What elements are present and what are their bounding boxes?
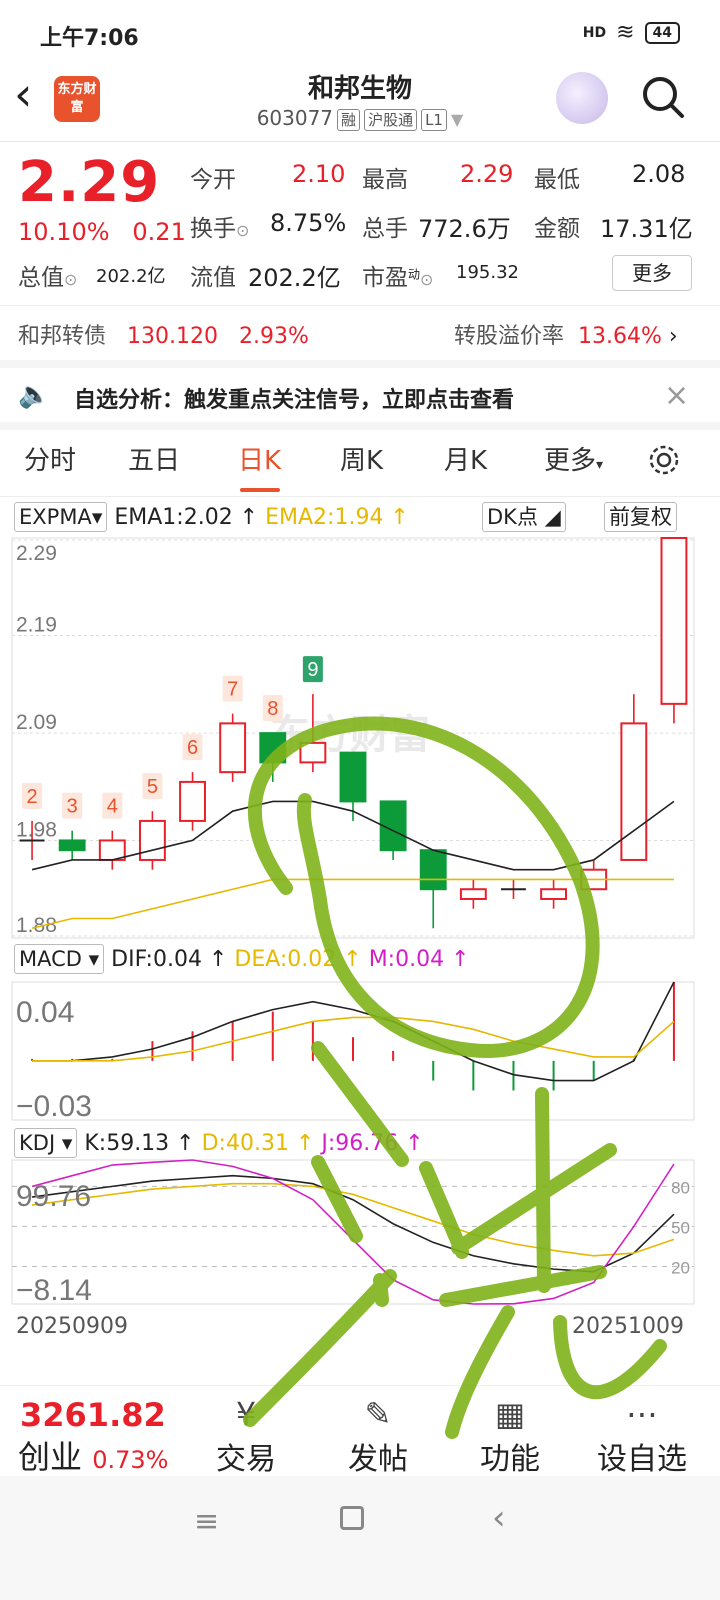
candle-body: [459, 888, 487, 900]
td-sequence-label: 2: [26, 786, 37, 808]
watermark: 东方财富: [270, 713, 430, 757]
index-name[interactable]: 创业 0.73%: [18, 1432, 168, 1478]
add-watchlist-button[interactable]: ⋯ 设自选: [592, 1394, 692, 1478]
candle-body: [58, 839, 86, 852]
candle-body: [179, 780, 206, 822]
price-tick-label: 2.29: [16, 542, 57, 565]
index-value[interactable]: 3261.82: [20, 1396, 166, 1434]
menu-icon[interactable]: ≡: [194, 1504, 219, 1539]
candle-body: [660, 537, 688, 705]
candle-body: [540, 888, 568, 900]
ema1-line: [31, 800, 675, 871]
candle-body: [620, 722, 648, 861]
td-sequence-label: 8: [267, 698, 278, 720]
td-sequence-label: 6: [187, 737, 198, 759]
candle-body: [339, 751, 367, 803]
td-sequence-label: 9: [307, 659, 318, 681]
td-sequence-label: 3: [67, 796, 78, 818]
macd-bottom-label: −0.03: [16, 1090, 92, 1123]
function-icon: ▦: [494, 1395, 526, 1433]
d-line: [31, 1182, 675, 1257]
macd-top-label: 0.04: [16, 996, 74, 1029]
system-nav-bar: ≡ ‹: [0, 1476, 720, 1600]
candle-body: [299, 741, 327, 764]
kdj-level-label: 80: [671, 1178, 690, 1197]
candle-body: [138, 819, 166, 861]
candle-body: [219, 722, 247, 774]
price-tick-label: 1.98: [16, 818, 57, 841]
td-sequence-label: 7: [227, 679, 238, 701]
kdj-bottom-label: −8.14: [16, 1274, 92, 1307]
kdj-level-label: 50: [671, 1218, 690, 1237]
candle-body: [259, 732, 287, 764]
td-sequence-label: 5: [147, 776, 158, 798]
post-button[interactable]: ✎ 发帖: [328, 1394, 428, 1478]
trade-button[interactable]: ¥ 交易: [196, 1394, 296, 1478]
function-button[interactable]: ▦ 功能: [460, 1394, 560, 1478]
price-tick-label: 2.09: [16, 711, 57, 734]
end-date: 20251009: [572, 1314, 684, 1339]
candle-body: [419, 849, 447, 891]
nav-back-icon[interactable]: ‹: [492, 1498, 506, 1538]
watchlist-icon: ⋯: [626, 1395, 658, 1433]
home-icon[interactable]: [340, 1506, 364, 1530]
bottom-toolbar: 3261.82 创业 0.73% ¥ 交易 ✎ 发帖 ▦ 功能 ⋯ 设自选: [0, 1385, 720, 1478]
price-tick-label: 2.19: [16, 614, 57, 637]
k-line: [31, 1174, 675, 1273]
kline-chart[interactable]: 2.29 2.19 2.09 1.98 1.88 东方财富 2 3 4 5 6 7 8 9 0.04 −0.0…: [0, 0, 720, 1385]
kdj-top-label: 99.76: [16, 1180, 91, 1213]
dif-line: [32, 981, 675, 1082]
kdj-level-label: 20: [671, 1258, 690, 1277]
ema2-line: [31, 878, 674, 930]
trade-icon: ¥: [235, 1395, 257, 1433]
j-line: [31, 1159, 675, 1305]
price-tick-label: 1.88: [16, 914, 57, 937]
start-date: 20250909: [16, 1314, 128, 1339]
td-sequence-label: 4: [107, 796, 118, 818]
post-icon: ✎: [364, 1395, 392, 1433]
